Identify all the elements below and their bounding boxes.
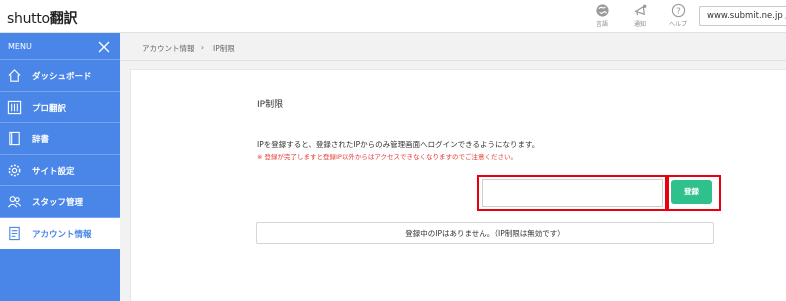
sidebar-item-staff[interactable]: スタッフ管理: [0, 186, 120, 218]
sidebar-item-dashboard[interactable]: ダッシュボード: [0, 60, 120, 92]
sidebar-item-label: プロ翻訳: [32, 103, 67, 114]
help-icon: ?: [671, 3, 685, 18]
menu-header: MENU: [0, 33, 120, 60]
sidebar-item-label: サイト設定: [32, 166, 75, 177]
ip-status-message: 登録中のIPはありません。（IP制限は無効です）: [256, 222, 714, 244]
breadcrumb-current: IP制限: [213, 44, 235, 53]
site-selector[interactable]: www.submit.ne.jp / :: [699, 6, 786, 26]
header-icon-group: 言語 通知 ? ヘルプ: [580, 3, 694, 28]
sidebar-item-label: スタッフ管理: [32, 198, 84, 208]
breadcrumb-parent[interactable]: アカウント情報: [142, 43, 195, 54]
logo-brand: shutto: [7, 11, 50, 27]
dictionary-icon: [9, 131, 20, 146]
help-button[interactable]: ? ヘルプ: [662, 3, 694, 28]
notification-icon: [633, 4, 646, 16]
register-button[interactable]: 登録: [671, 180, 712, 204]
language-button[interactable]: 言語: [586, 3, 618, 28]
translation-icon: [7, 100, 22, 114]
sidebar: MENU ダッシュボード プロ翻訳 辞書 サイト設定 スタッフ管理 アカウント情…: [0, 33, 120, 301]
sidebar-item-dictionary[interactable]: 辞書: [0, 123, 120, 155]
svg-text:?: ?: [676, 6, 680, 16]
notification-label: 通知: [633, 21, 646, 28]
ip-warning: ※ 登録が完了しますと登録IP以外からはアクセスできなくなりますのでご注意くださ…: [257, 153, 518, 161]
app-logo[interactable]: shutto翻訳: [7, 8, 78, 28]
help-label: ヘルプ: [668, 21, 687, 28]
breadcrumb-separator: ›: [201, 43, 204, 52]
sidebar-item-label: アカウント情報: [32, 229, 92, 240]
ip-description: IPを登録すると、登録されたIPからのみ管理画面へログインできるようになります。: [257, 140, 540, 149]
notification-button[interactable]: 通知: [624, 3, 656, 28]
account-icon: [9, 226, 20, 240]
page-title: IP制限: [257, 100, 284, 110]
top-header: shutto翻訳 言語 通知 ? ヘルプ www.submit.ne.jp / …: [0, 0, 786, 33]
staff-icon: [7, 196, 22, 208]
home-icon: [8, 69, 21, 82]
input-highlight-box: [477, 175, 667, 211]
sidebar-item-account[interactable]: アカウント情報: [0, 217, 120, 249]
sidebar-item-site-settings[interactable]: サイト設定: [0, 155, 120, 186]
sidebar-item-pro-translation[interactable]: プロ翻訳: [0, 92, 120, 123]
sidebar-item-label: ダッシュボード: [32, 72, 92, 82]
close-icon[interactable]: [98, 41, 110, 53]
sidebar-item-label: 辞書: [32, 135, 50, 145]
menu-title: MENU: [8, 42, 32, 51]
language-label: 言語: [595, 21, 608, 28]
logo-suffix: 翻訳: [49, 11, 78, 27]
language-icon: [595, 4, 609, 17]
gear-icon: [8, 164, 21, 176]
breadcrumb: アカウント情報 › IP制限: [120, 33, 786, 61]
